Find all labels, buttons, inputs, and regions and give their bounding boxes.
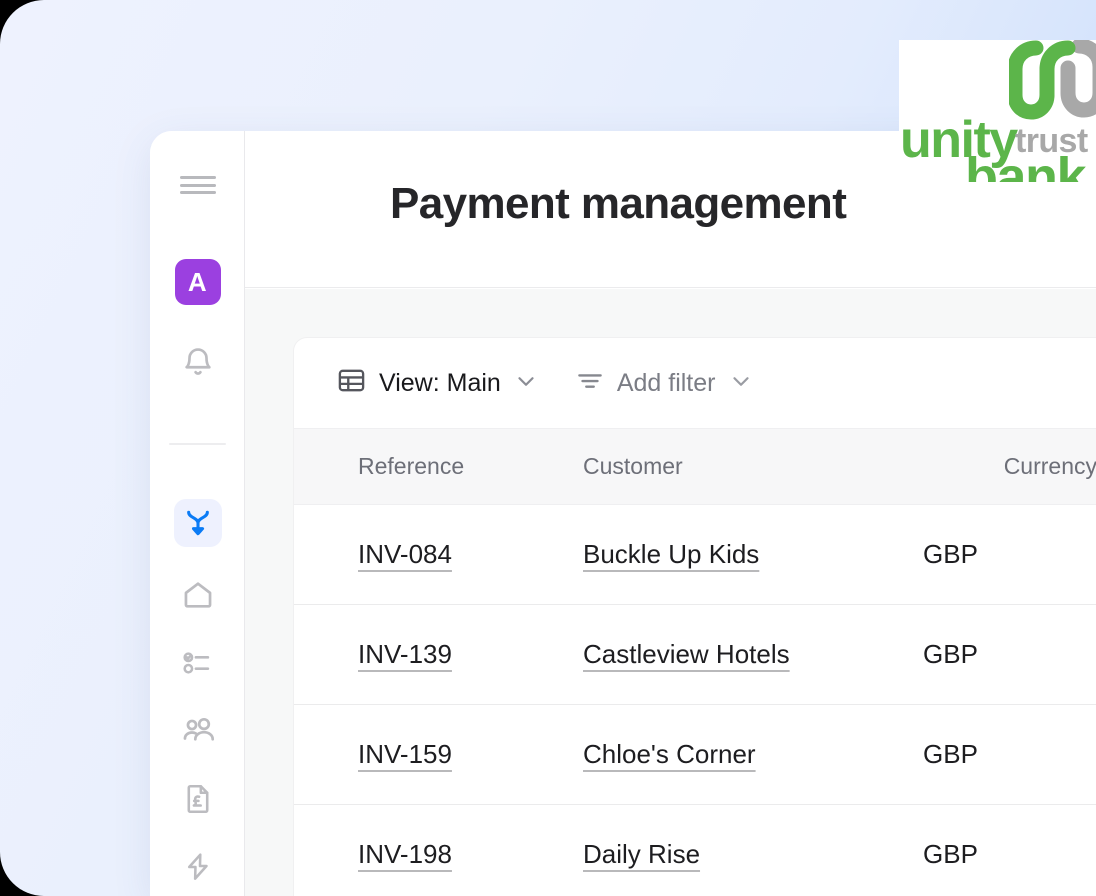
reference-link[interactable]: INV-084 — [358, 539, 452, 569]
currency-value: GBP — [923, 504, 1096, 605]
hamburger-menu-icon — [179, 176, 216, 194]
sidebar: A — [150, 131, 245, 896]
table-body: INV-084 Buckle Up Kids GBP INV-139 Castl… — [294, 504, 1096, 896]
reference-link[interactable]: INV-198 — [358, 839, 452, 869]
view-selector-label: View: Main — [379, 368, 501, 397]
add-filter-label: Add filter — [616, 368, 716, 397]
sidebar-item-tasks[interactable] — [150, 639, 245, 687]
currency-value: GBP — [923, 604, 1096, 705]
sidebar-item-customers[interactable] — [150, 707, 245, 755]
people-icon — [174, 707, 222, 755]
sidebar-divider — [169, 443, 226, 445]
currency-value: GBP — [923, 804, 1096, 896]
add-filter-button[interactable]: Add filter — [575, 366, 754, 401]
column-header-customer[interactable]: Customer — [566, 428, 923, 505]
menu-toggle-button[interactable] — [150, 167, 245, 203]
logo-word-bank: bank — [965, 147, 1087, 182]
avatar-initial: A — [174, 259, 221, 305]
reference-link[interactable]: INV-139 — [358, 639, 452, 669]
currency-value: GBP — [923, 704, 1096, 805]
sidebar-item-home[interactable] — [150, 571, 245, 619]
unity-mark-icon — [1009, 40, 1096, 120]
table-row[interactable]: INV-198 Daily Rise GBP — [294, 804, 1096, 896]
customer-link[interactable]: Castleview Hotels — [583, 639, 790, 669]
bell-icon — [174, 339, 222, 387]
column-header-currency[interactable]: Currency — [923, 428, 1096, 505]
chevron-down-icon — [728, 368, 754, 399]
merge-flow-icon — [173, 499, 222, 547]
lightning-bolt-icon — [174, 843, 222, 891]
column-header-reference[interactable]: Reference — [294, 428, 566, 505]
table-row[interactable]: INV-139 Castleview Hotels GBP — [294, 604, 1096, 705]
payments-table-card: View: Main Add filter Reference Customer… — [293, 337, 1096, 896]
sidebar-item-invoices[interactable] — [150, 775, 245, 823]
checklist-icon — [174, 639, 222, 687]
table-toolbar: View: Main Add filter — [294, 338, 1096, 428]
sidebar-item-payments[interactable] — [150, 499, 245, 547]
app-window: A Payment management View: Main Add filt… — [150, 131, 1096, 896]
home-icon — [174, 571, 222, 619]
table-view-icon — [336, 365, 367, 401]
table-row[interactable]: INV-084 Buckle Up Kids GBP — [294, 504, 1096, 605]
customer-link[interactable]: Daily Rise — [583, 839, 700, 869]
filter-lines-icon — [575, 366, 605, 401]
table-header-row: Reference Customer Currency — [294, 428, 1096, 505]
content-area: View: Main Add filter Reference Customer… — [245, 289, 1096, 896]
view-selector[interactable]: View: Main — [336, 365, 539, 401]
table-row[interactable]: INV-159 Chloe's Corner GBP — [294, 704, 1096, 805]
customer-link[interactable]: Buckle Up Kids — [583, 539, 759, 569]
page-title: Payment management — [390, 179, 847, 228]
avatar[interactable]: A — [150, 259, 245, 305]
payments-table: Reference Customer Currency INV-084 Buck… — [294, 428, 1096, 896]
unity-trust-bank-logo: unity trust bank — [899, 40, 1096, 182]
customer-link[interactable]: Chloe's Corner — [583, 739, 756, 769]
invoice-pound-icon — [174, 775, 222, 823]
reference-link[interactable]: INV-159 — [358, 739, 452, 769]
page-background: A Payment management View: Main Add filt… — [0, 0, 1096, 896]
sidebar-item-automations[interactable] — [150, 843, 245, 891]
sidebar-item-notifications[interactable] — [150, 339, 245, 387]
chevron-down-icon — [513, 368, 539, 399]
